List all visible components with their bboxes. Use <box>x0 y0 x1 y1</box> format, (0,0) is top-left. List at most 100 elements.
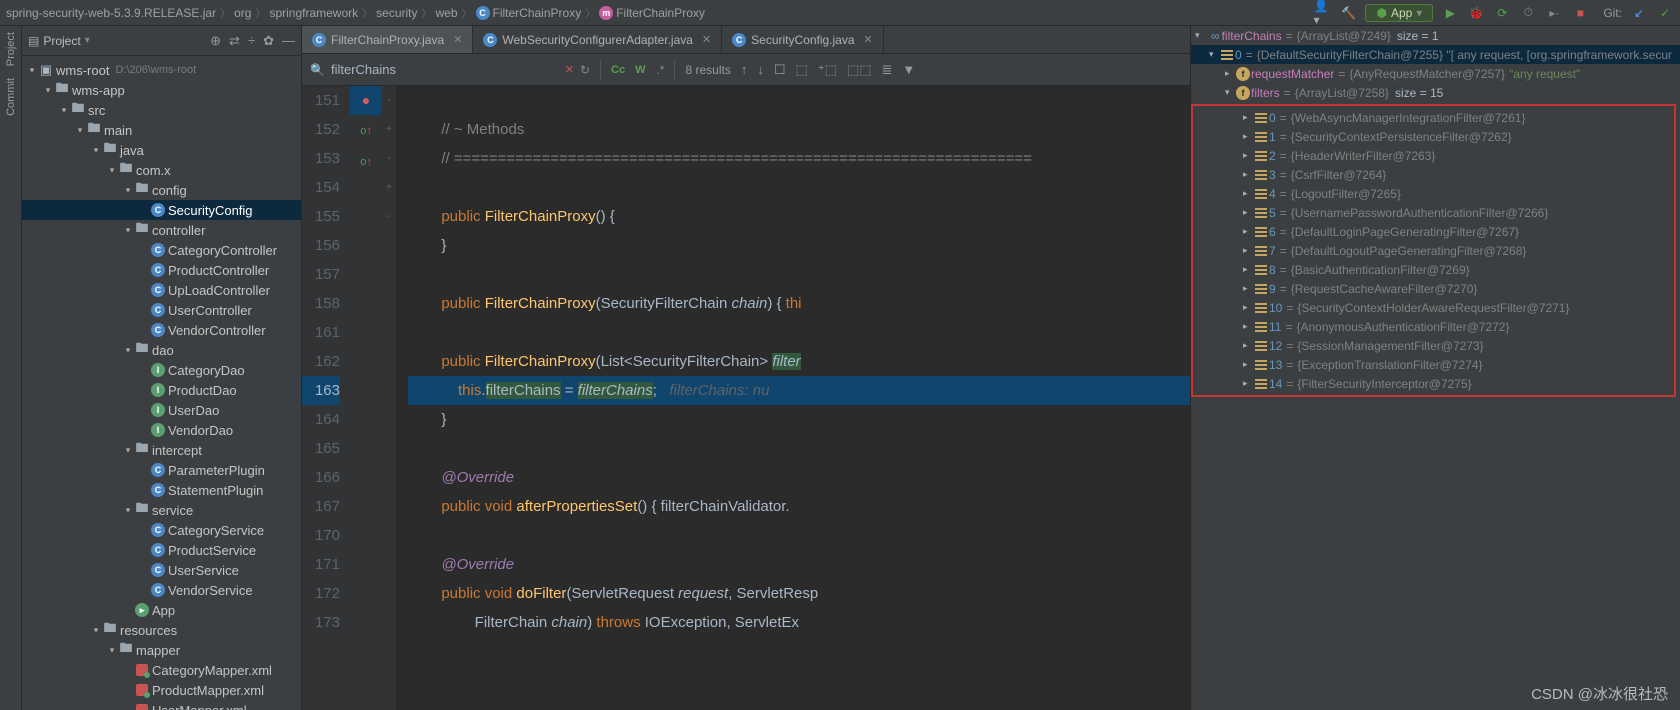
breadcrumb-item[interactable]: CFilterChainProxy <box>476 6 582 20</box>
sidebar-tab-project[interactable]: Project <box>5 32 17 66</box>
debug-icon[interactable]: 🐞 <box>1467 4 1485 22</box>
editor-tab[interactable]: CWebSecurityConfigurerAdapter.java✕ <box>473 26 722 53</box>
debug-var-row[interactable]: ▸ f requestMatcher = {AnyRequestMatcher@… <box>1191 64 1680 83</box>
stop-icon[interactable]: ■ <box>1571 4 1589 22</box>
coverage-icon[interactable]: ⟳ <box>1493 4 1511 22</box>
select-all-icon[interactable]: ☐ <box>774 62 786 78</box>
debug-var-row[interactable]: ▸1={SecurityContextPersistenceFilter@726… <box>1193 127 1674 146</box>
sidebar-tab-commit[interactable]: Commit <box>5 78 17 116</box>
tree-item[interactable]: ▾🖿mapper <box>22 640 301 660</box>
debug-var-row[interactable]: ▸2={HeaderWriterFilter@7263} <box>1193 146 1674 165</box>
new-window-icon[interactable]: ⬚ <box>795 62 807 78</box>
tree-item[interactable]: ▾🖿intercept <box>22 440 301 460</box>
debug-var-row[interactable]: ▸12={SessionManagementFilter@7273} <box>1193 336 1674 355</box>
git-commit-icon[interactable]: ✓ <box>1656 4 1674 22</box>
tree-item[interactable]: CVendorService <box>22 580 301 600</box>
close-icon[interactable]: ✕ <box>453 33 462 46</box>
debug-var-row[interactable]: ▸0={WebAsyncManagerIntegrationFilter@726… <box>1193 108 1674 127</box>
run-icon[interactable]: ▶ <box>1441 4 1459 22</box>
locate-icon[interactable]: ⊕ <box>210 33 221 49</box>
regex-toggle[interactable]: .* <box>656 63 664 77</box>
tree-item[interactable]: ▾🖿controller <box>22 220 301 240</box>
fold-gutter[interactable]: -+-+- <box>382 86 396 710</box>
tree-item[interactable]: ▾🖿wms-app <box>22 80 301 100</box>
git-update-icon[interactable]: ↙ <box>1630 4 1648 22</box>
tree-item[interactable]: CProductController <box>22 260 301 280</box>
debug-var-row[interactable]: ▾ ∞ filterChains = {ArrayList@7249} size… <box>1191 26 1680 45</box>
prev-match-icon[interactable]: ↑ <box>741 62 748 78</box>
tree-item[interactable]: ▸App <box>22 600 301 620</box>
tree-item[interactable]: ▾🖿java <box>22 140 301 160</box>
tree-item[interactable]: CParameterPlugin <box>22 460 301 480</box>
tree-item[interactable]: CProductService <box>22 540 301 560</box>
breadcrumb-item[interactable]: security <box>376 6 417 20</box>
debug-var-row[interactable]: ▾ f filters = {ArrayList@7258} size = 15 <box>1191 83 1680 102</box>
tree-item[interactable]: ▾🖿com.x <box>22 160 301 180</box>
collapse-icon[interactable]: ÷ <box>248 33 255 49</box>
tree-item[interactable]: CUserController <box>22 300 301 320</box>
breadcrumb-item[interactable]: spring-security-web-5.3.9.RELEASE.jar <box>6 6 216 20</box>
funnel-icon[interactable]: ▼ <box>902 62 915 78</box>
breadcrumb-item[interactable]: org <box>234 6 251 20</box>
editor-tab[interactable]: CFilterChainProxy.java✕ <box>302 26 473 53</box>
editor-tab[interactable]: CSecurityConfig.java✕ <box>722 26 884 53</box>
line-gutter[interactable]: 1511521531541551561571581611621631641651… <box>302 86 350 710</box>
tree-item[interactable]: ▾🖿config <box>22 180 301 200</box>
tree-item[interactable]: IUserDao <box>22 400 301 420</box>
debug-var-row[interactable]: ▸4={LogoutFilter@7265} <box>1193 184 1674 203</box>
breadcrumb-item[interactable]: springframework <box>269 6 358 20</box>
filter-icon[interactable]: ≣ <box>882 62 893 78</box>
tree-item[interactable]: CUserService <box>22 560 301 580</box>
tree-item[interactable]: ICategoryDao <box>22 360 301 380</box>
breadcrumb-item[interactable]: web <box>435 6 457 20</box>
code-editor[interactable]: // ~ Methods // ========================… <box>396 86 1190 710</box>
profile-icon[interactable]: ⏱ <box>1519 4 1537 22</box>
clear-search-icon[interactable]: ✕ <box>565 63 574 76</box>
debug-var-row[interactable]: ▸5={UsernamePasswordAuthenticationFilter… <box>1193 203 1674 222</box>
tree-item[interactable]: ▾🖿dao <box>22 340 301 360</box>
close-icon[interactable]: ✕ <box>864 33 873 46</box>
project-tree[interactable]: ▾▣wms-rootD:\206\wms-root▾🖿wms-app▾🖿src▾… <box>22 56 301 710</box>
tree-item[interactable]: CSecurityConfig <box>22 200 301 220</box>
next-match-icon[interactable]: ↓ <box>757 62 764 78</box>
debug-var-row[interactable]: ▸3={CsrfFilter@7264} <box>1193 165 1674 184</box>
select-occurrences-icon[interactable]: ⬚⬚ <box>847 62 872 78</box>
debug-var-row[interactable]: ▸8={BasicAuthenticationFilter@7269} <box>1193 260 1674 279</box>
debug-var-row[interactable]: ▸10={SecurityContextHolderAwareRequestFi… <box>1193 298 1674 317</box>
tree-item[interactable]: IProductDao <box>22 380 301 400</box>
user-icon[interactable]: 👤▾ <box>1313 4 1331 22</box>
tree-item[interactable]: CCategoryController <box>22 240 301 260</box>
match-case-toggle[interactable]: Cc <box>611 64 625 76</box>
hide-icon[interactable]: — <box>282 33 295 49</box>
build-icon[interactable]: 🔨 <box>1339 4 1357 22</box>
debug-var-row[interactable]: ▸11={AnonymousAuthenticationFilter@7272} <box>1193 317 1674 336</box>
tree-item[interactable]: CUpLoadController <box>22 280 301 300</box>
words-toggle[interactable]: W <box>635 64 646 76</box>
history-icon[interactable]: ↻ <box>580 63 590 77</box>
debug-var-row[interactable]: ▸7={DefaultLogoutPageGeneratingFilter@72… <box>1193 241 1674 260</box>
debug-var-row[interactable]: ▸9={RequestCacheAwareFilter@7270} <box>1193 279 1674 298</box>
tree-item[interactable]: CategoryMapper.xml <box>22 660 301 680</box>
expand-icon[interactable]: ⇄ <box>229 33 240 49</box>
tree-item[interactable]: ProductMapper.xml <box>22 680 301 700</box>
gutter-marks[interactable]: ●o↑o↑ <box>350 86 382 710</box>
tree-item[interactable]: IVendorDao <box>22 420 301 440</box>
tree-item[interactable]: CVendorController <box>22 320 301 340</box>
close-icon[interactable]: ✕ <box>702 33 711 46</box>
tree-item[interactable]: ▾🖿src <box>22 100 301 120</box>
add-selection-icon[interactable]: ⁺⬚ <box>818 62 837 78</box>
run-config-selector[interactable]: ⬢App▾ <box>1365 4 1433 22</box>
search-input[interactable] <box>331 62 559 77</box>
debug-var-row[interactable]: ▸14={FilterSecurityInterceptor@7275} <box>1193 374 1674 393</box>
debug-var-row[interactable]: ▸13={ExceptionTranslationFilter@7274} <box>1193 355 1674 374</box>
debug-var-row[interactable]: ▸6={DefaultLoginPageGeneratingFilter@726… <box>1193 222 1674 241</box>
tree-item[interactable]: ▾🖿resources <box>22 620 301 640</box>
settings-icon[interactable]: ✿ <box>263 33 274 49</box>
attach-icon[interactable]: ▸· <box>1545 4 1563 22</box>
debug-var-row[interactable]: ▾ 0 = {DefaultSecurityFilterChain@7255} … <box>1191 45 1680 64</box>
tree-item[interactable]: UserMapper.xml <box>22 700 301 710</box>
tree-item[interactable]: CCategoryService <box>22 520 301 540</box>
tree-item[interactable]: ▾🖿main <box>22 120 301 140</box>
tree-item[interactable]: ▾🖿service <box>22 500 301 520</box>
breadcrumb-item[interactable]: mFilterChainProxy <box>599 6 705 20</box>
